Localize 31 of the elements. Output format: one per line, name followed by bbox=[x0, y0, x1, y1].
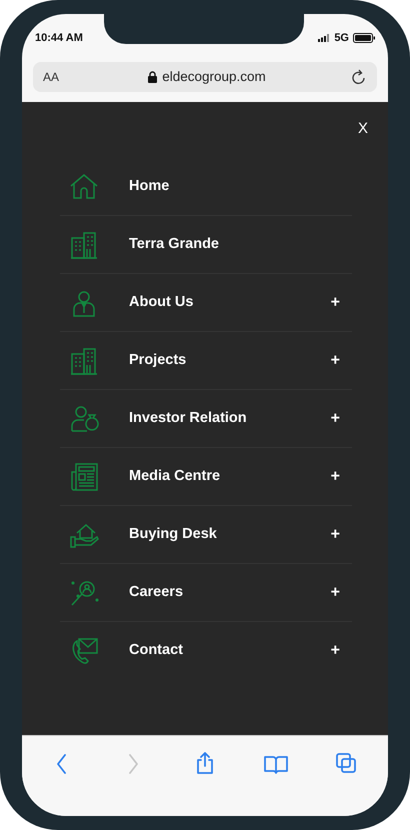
menu-link[interactable]: About Us bbox=[129, 292, 331, 314]
battery-icon bbox=[353, 33, 375, 43]
network-label: 5G bbox=[334, 30, 349, 46]
menu-link[interactable]: Contact bbox=[129, 640, 331, 662]
menu-link[interactable]: Projects bbox=[129, 350, 331, 372]
menu-link[interactable]: Terra Grande bbox=[129, 234, 352, 256]
menu-link[interactable]: Media Centre bbox=[129, 466, 331, 488]
house-icon bbox=[69, 172, 99, 202]
expand-button[interactable]: + bbox=[330, 584, 340, 600]
buildings-icon bbox=[69, 346, 99, 376]
menu-link[interactable]: Investor Relation bbox=[129, 408, 331, 430]
expand-button[interactable]: + bbox=[330, 294, 340, 310]
expand-button[interactable]: + bbox=[330, 468, 340, 484]
expand-button[interactable]: + bbox=[330, 352, 340, 368]
person-money-bag-icon bbox=[69, 404, 99, 434]
expand-button[interactable]: + bbox=[330, 410, 340, 426]
status-time: 10:44 AM bbox=[35, 30, 83, 46]
url-text: eldecogroup.com bbox=[162, 68, 266, 86]
menu-link[interactable]: Home bbox=[129, 176, 352, 198]
buildings-icon bbox=[69, 230, 99, 260]
close-button[interactable]: X bbox=[358, 119, 368, 139]
menu-link[interactable]: Buying Desk bbox=[129, 524, 331, 546]
reload-icon[interactable] bbox=[351, 68, 367, 86]
signal-icon bbox=[318, 34, 330, 42]
menu-link[interactable]: Careers bbox=[129, 582, 331, 604]
expand-button[interactable]: + bbox=[330, 526, 340, 542]
newspaper-icon bbox=[69, 462, 99, 492]
expand-button[interactable]: + bbox=[330, 643, 340, 659]
address-bar[interactable]: AA eldecogroup.com bbox=[33, 62, 377, 92]
text-size-button[interactable]: AA bbox=[43, 68, 83, 86]
lock-icon bbox=[148, 71, 158, 83]
